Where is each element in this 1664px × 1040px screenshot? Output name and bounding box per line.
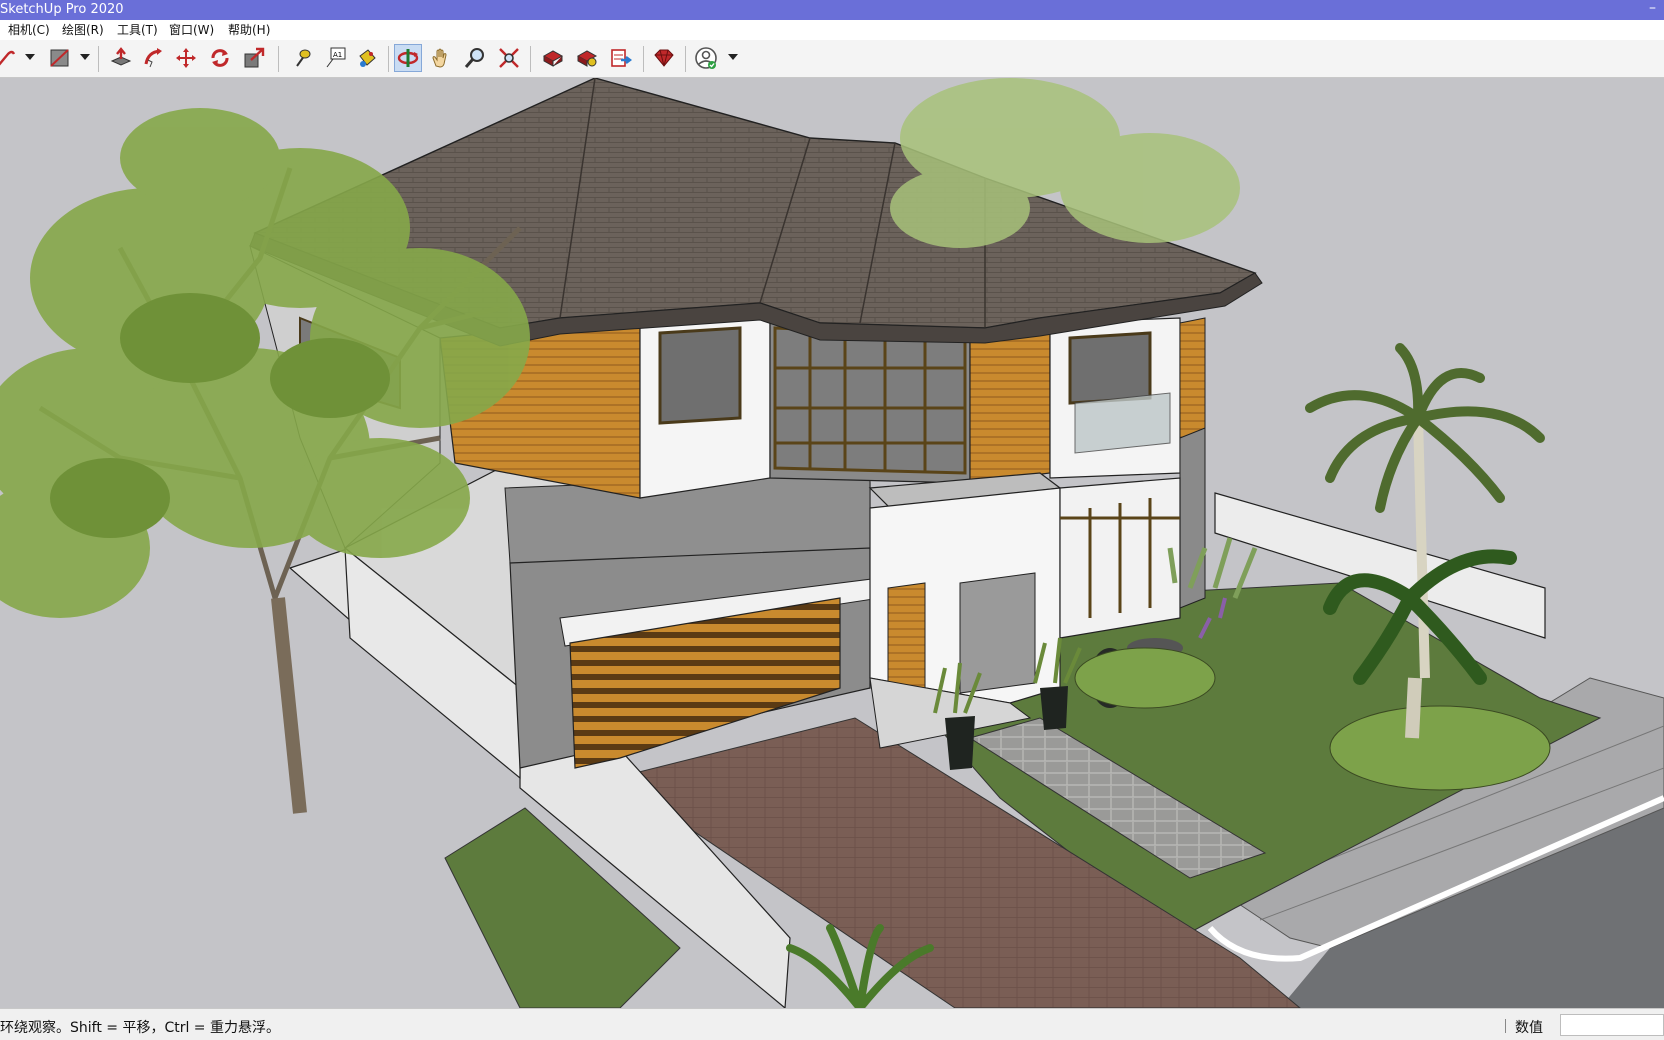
menu-window[interactable]: 窗口(W) [169, 20, 214, 40]
house-3d-model [0, 78, 1664, 1008]
menu-tools[interactable]: 工具(T) [117, 20, 158, 40]
extension-warehouse-icon[interactable] [573, 44, 601, 72]
orbit-icon[interactable] [394, 44, 422, 72]
main-toolbar: A1 [0, 40, 1664, 78]
menu-draw[interactable]: 绘图(R) [62, 20, 104, 40]
follow-me-icon[interactable] [140, 44, 168, 72]
toolbar-divider [530, 46, 531, 72]
minimize-button[interactable]: – [1649, 0, 1656, 18]
toolbar-divider [98, 46, 99, 72]
ruby-extension-icon[interactable] [650, 44, 678, 72]
toolbar-divider [278, 46, 279, 72]
push-pull-icon[interactable] [107, 44, 135, 72]
account-status-icon[interactable] [692, 44, 720, 72]
account-dropdown-chevron-down-icon[interactable] [728, 54, 738, 60]
send-to-layout-icon[interactable] [607, 44, 635, 72]
paint-bucket-icon[interactable] [353, 44, 381, 72]
zoom-icon[interactable] [461, 44, 489, 72]
balcony-railing [1074, 392, 1171, 454]
text-label-icon[interactable]: A1 [321, 44, 349, 72]
menu-bar: 相机(C) 绘图(R) 工具(T) 窗口(W) 帮助(H) [0, 20, 1664, 40]
scale-icon[interactable] [240, 44, 268, 72]
corner-window [773, 326, 967, 475]
measurements-input[interactable] [1560, 1014, 1664, 1036]
tape-measure-icon[interactable] [287, 44, 315, 72]
warehouse-icon[interactable] [539, 44, 567, 72]
pan-hand-icon[interactable] [427, 44, 455, 72]
zoom-extents-icon[interactable] [495, 44, 523, 72]
status-bar: 环绕观察。Shift = 平移，Ctrl = 重力悬浮。 数值 [0, 1008, 1664, 1040]
toolbar-divider [388, 46, 389, 72]
toolbar-divider [643, 46, 644, 72]
rotate-icon[interactable] [206, 44, 234, 72]
status-message: 环绕观察。Shift = 平移，Ctrl = 重力悬浮。 [0, 1020, 280, 1036]
toolbar-divider [685, 46, 686, 72]
line-draw-icon[interactable] [0, 44, 20, 72]
rectangle-dropdown-chevron-down-icon[interactable] [80, 54, 90, 60]
menu-camera[interactable]: 相机(C) [8, 20, 50, 40]
rectangle-icon[interactable] [46, 44, 74, 72]
measurements-label: 数值 [1515, 1020, 1543, 1036]
window-title: SketchUp Pro 2020 [0, 2, 124, 17]
model-viewport[interactable] [0, 78, 1664, 1008]
move-icon[interactable] [172, 44, 200, 72]
title-bar: SketchUp Pro 2020 – [0, 0, 1664, 20]
status-divider [1505, 1019, 1506, 1033]
menu-help[interactable]: 帮助(H) [228, 20, 270, 40]
svg-text:A1: A1 [333, 51, 342, 59]
line-dropdown-chevron-down-icon[interactable] [25, 54, 35, 60]
